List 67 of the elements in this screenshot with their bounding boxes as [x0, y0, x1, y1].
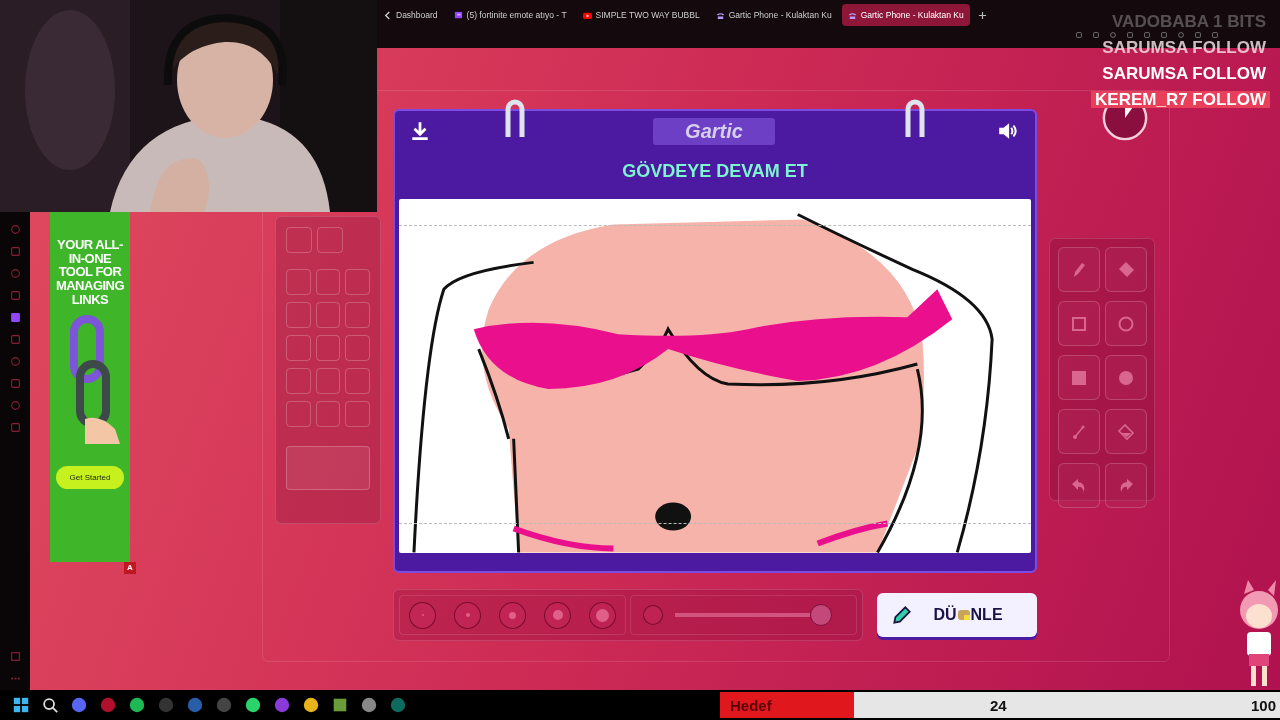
small-circle-icon: [643, 605, 663, 625]
filled-rect-tool-button[interactable]: [1058, 355, 1100, 400]
brush-size-button[interactable]: [544, 601, 571, 629]
redo-tool-button[interactable]: [1105, 463, 1147, 508]
circle-tool-button[interactable]: [1105, 301, 1147, 346]
pencil-icon: [891, 604, 914, 626]
get-started-button[interactable]: Get Started: [55, 466, 125, 490]
color-slot[interactable]: [286, 335, 311, 361]
color-slot[interactable]: [345, 302, 370, 328]
ad-headline: YOUR ALL-IN-ONE TOOL FOR MANAGING LINKS: [54, 238, 126, 307]
browser-tab[interactable]: Gartic Phone - Kulaktan Ku: [841, 4, 970, 26]
color-slot[interactable]: [286, 368, 311, 394]
ad-banner[interactable]: YOUR ALL-IN-ONE TOOL FOR MANAGING LINKS Get Started: [50, 212, 130, 562]
color-slot[interactable]: [345, 335, 370, 361]
browser-tab[interactable]: SIMPLE TWO WAY BUBBL: [576, 4, 706, 26]
eraser-tool-button[interactable]: [1105, 247, 1147, 292]
game-logo: Gartic: [653, 117, 775, 145]
browser-tab[interactable]: Dashboard: [377, 4, 444, 26]
phone-icon: [715, 10, 725, 20]
undo-tool-button[interactable]: [1058, 463, 1100, 508]
alert-text: KEREM_R7 FOLLOW: [1091, 91, 1270, 108]
emote-icon: [956, 608, 971, 622]
color-slot[interactable]: [315, 368, 341, 394]
color-slot[interactable]: [345, 368, 370, 394]
brush-size-button[interactable]: [454, 601, 481, 629]
start-icon[interactable]: [12, 696, 30, 714]
binder-ring-icon: [905, 97, 925, 137]
color-slot[interactable]: [345, 401, 370, 427]
color-slot[interactable]: [286, 401, 311, 427]
bucket-icon: [1116, 421, 1136, 442]
chat-bubble-icon: [453, 10, 463, 20]
new-tab-icon[interactable]: [977, 10, 987, 20]
brush-size-button[interactable]: [589, 601, 616, 629]
alert-text: VADOBABA 1 BITS: [1111, 13, 1267, 30]
color-slot[interactable]: [315, 269, 341, 295]
color-slot[interactable]: [286, 269, 311, 295]
color-slot[interactable]: [315, 335, 341, 361]
goal-current: 24: [990, 696, 1007, 714]
browser-tab[interactable]: Gartic Phone - Kulaktan Ku: [709, 4, 838, 26]
ad-badge: A: [124, 562, 136, 574]
pencil-tool-button[interactable]: [1058, 247, 1100, 292]
color-slot[interactable]: [286, 302, 311, 328]
color-slot[interactable]: [345, 269, 370, 295]
browser-tab[interactable]: (5) fortinite emote atıyo - T: [447, 4, 573, 26]
edit-button[interactable]: DÜ NLE: [877, 593, 1037, 637]
slider-thumb[interactable]: [810, 604, 833, 626]
brush-size-button[interactable]: [499, 601, 526, 629]
filled-circle-tool-button[interactable]: [1105, 355, 1147, 400]
color-slot[interactable]: [317, 227, 343, 253]
goal-label: Hedef: [730, 696, 772, 714]
color-slot[interactable]: [286, 227, 312, 253]
cube-icon[interactable]: [331, 696, 349, 714]
binder-ring-icon: [505, 97, 525, 137]
brush-size-button[interactable]: [409, 601, 436, 629]
rect-tool-button[interactable]: [1058, 301, 1100, 346]
alert-text: SARUMSA FOLLOW: [1101, 65, 1267, 82]
phone-icon: [847, 10, 857, 20]
color-preview[interactable]: [286, 446, 370, 490]
color-slot[interactable]: [315, 401, 341, 427]
prompt-title: GÖVDEYE DEVAM ET: [621, 160, 809, 183]
search-icon[interactable]: [41, 696, 59, 714]
chevron-left-icon: [383, 10, 392, 20]
goal-target: 100: [1250, 696, 1276, 714]
line-tool-button[interactable]: [1058, 409, 1100, 454]
twitch-icon[interactable]: [9, 312, 21, 323]
bucket-tool-button[interactable]: [1105, 409, 1147, 454]
color-slot[interactable]: [315, 302, 341, 328]
